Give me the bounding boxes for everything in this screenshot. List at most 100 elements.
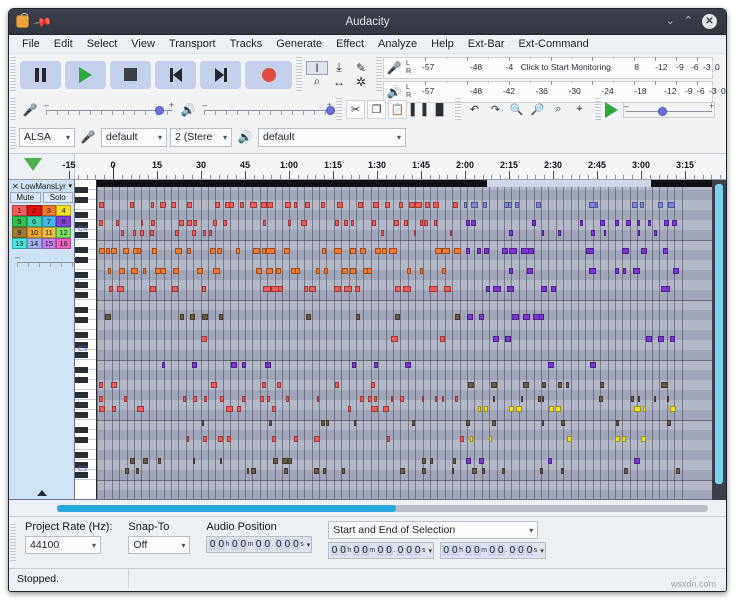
midi-note[interactable] [187,248,191,254]
track-name[interactable]: LowMansLyr [21,182,66,191]
menu-help[interactable]: Help [424,36,461,52]
lock-icon[interactable] [16,13,29,28]
midi-note[interactable] [354,420,356,426]
paste-button[interactable]: 📋 [388,100,407,119]
midi-note[interactable] [278,286,283,292]
midi-note[interactable] [440,336,445,342]
midi-note[interactable] [586,248,594,254]
midi-note[interactable] [314,468,319,474]
midi-note[interactable] [667,396,669,402]
midi-channel-button-8[interactable]: 8 [56,216,71,227]
midi-note[interactable] [220,458,222,464]
midi-note[interactable] [116,220,119,226]
midi-note[interactable] [229,202,234,208]
midi-note[interactable] [542,420,544,426]
selection-toolbar-grip[interactable] [10,524,16,562]
midi-note[interactable] [580,220,583,226]
pin-icon[interactable]: 📌 [32,11,52,31]
midi-note[interactable] [541,286,547,292]
midi-note[interactable] [152,248,157,254]
midi-note[interactable] [371,382,375,388]
piano-keyboard-column[interactable]: C4 C3 C2 [75,180,97,500]
snap-to-select[interactable]: Off ▾ [128,536,191,554]
midi-note[interactable] [213,268,220,274]
midi-note[interactable] [180,314,184,320]
midi-note[interactable] [414,230,416,236]
midi-note[interactable] [150,286,156,292]
midi-note[interactable] [321,202,325,208]
midi-note[interactable] [253,248,260,254]
midi-note[interactable] [548,458,552,464]
midi-channel-button-1[interactable]: 1 [12,205,27,216]
midi-note[interactable] [528,248,534,254]
midi-note[interactable] [442,268,446,274]
midi-note[interactable] [368,396,372,402]
midi-note[interactable] [670,406,676,412]
midi-note[interactable] [633,268,640,274]
midi-note[interactable] [99,396,103,402]
midi-note[interactable] [502,468,505,474]
midi-note[interactable] [374,396,377,402]
midi-note[interactable] [272,406,276,412]
midi-note[interactable] [324,268,328,274]
midi-note[interactable] [160,268,166,274]
midi-note[interactable] [204,396,207,402]
midi-note[interactable] [405,362,411,368]
menu-ext-command[interactable]: Ext-Command [511,36,595,52]
midi-note[interactable] [175,248,182,254]
time-digit[interactable]: 0 [396,545,405,556]
midi-note[interactable] [455,314,460,320]
midi-note[interactable] [344,286,352,292]
midi-note[interactable] [352,362,356,368]
midi-note[interactable] [374,362,378,368]
midi-note[interactable] [538,396,541,402]
midi-note[interactable] [486,286,490,292]
play-at-speed-grip[interactable] [595,98,601,121]
midi-note[interactable] [383,406,389,412]
midi-note[interactable] [123,248,129,254]
time-digit[interactable]: 0 [254,539,263,550]
close-icon[interactable]: ✕ [702,14,717,29]
time-digit[interactable]: 0 [442,545,451,556]
piano-black-key[interactable] [75,282,88,288]
menu-select[interactable]: Select [80,36,125,52]
midi-note[interactable] [454,248,461,254]
midi-note[interactable] [667,420,671,426]
midi-note[interactable] [99,382,103,388]
midi-note[interactable] [237,406,241,412]
midi-note[interactable] [247,468,249,474]
midi-note[interactable] [267,202,273,208]
midi-note[interactable] [108,268,111,274]
midi-note[interactable] [350,268,356,274]
midi-note[interactable] [202,286,206,292]
time-digit[interactable]: 0 [283,539,292,550]
midi-note[interactable] [382,248,387,254]
midi-note[interactable] [201,336,207,342]
skip-end-button[interactable] [200,60,241,89]
chevron-down-icon[interactable]: ▾ [540,547,544,555]
midi-note[interactable] [453,458,456,464]
menu-ext-bar[interactable]: Ext-Bar [461,36,512,52]
midi-note[interactable] [202,314,208,320]
midi-note[interactable] [654,230,657,236]
midi-note[interactable] [663,248,668,254]
midi-note[interactable] [420,220,423,226]
midi-note[interactable] [317,396,319,402]
midi-note[interactable] [272,436,276,442]
midi-note[interactable] [111,248,117,254]
time-digit[interactable]: 0 [508,545,517,556]
midi-note[interactable] [202,420,204,426]
midi-note[interactable] [183,396,186,402]
midi-note[interactable] [263,220,266,226]
piano-black-key[interactable] [75,452,88,458]
audio-position-field[interactable]: 0 0 h 0 0 m 0 0. 0 0 0 s ▾ [206,536,313,553]
midi-note[interactable] [661,382,668,388]
piano-black-key[interactable] [75,212,88,218]
midi-note[interactable] [591,230,595,236]
midi-note[interactable] [425,202,430,208]
midi-note[interactable] [337,202,343,208]
input-volume-slider[interactable]: – + [44,100,174,118]
midi-note[interactable] [203,230,206,236]
menu-edit[interactable]: Edit [47,36,80,52]
input-volume-thumb[interactable] [154,105,164,115]
